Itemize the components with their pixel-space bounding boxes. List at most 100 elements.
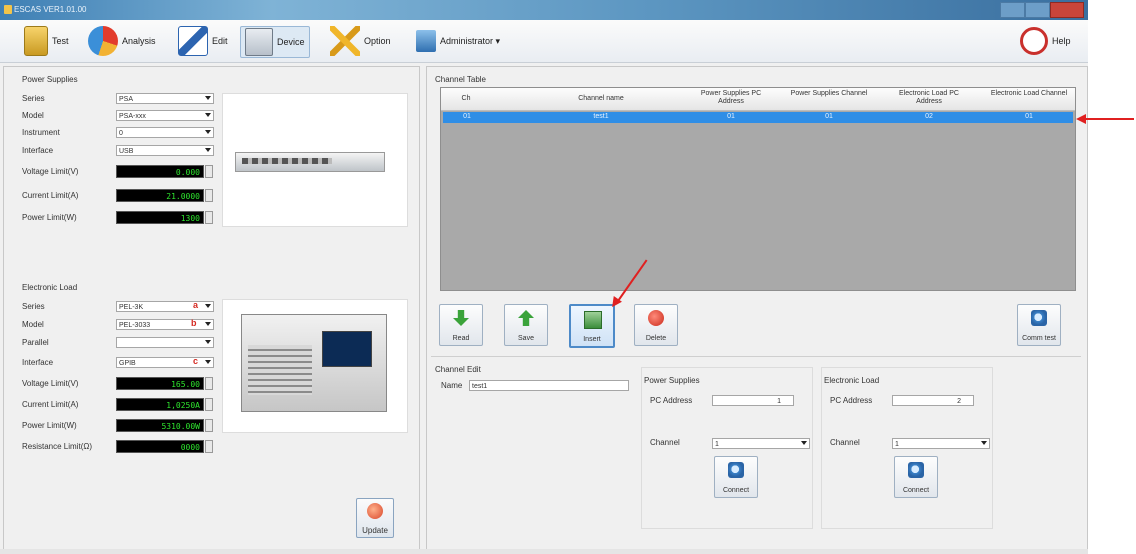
device-icon bbox=[245, 28, 273, 56]
maximize-button[interactable] bbox=[1024, 2, 1050, 18]
edit-icon bbox=[178, 26, 208, 56]
arrow-down-icon bbox=[453, 310, 469, 326]
ps-channel-select[interactable]: 1 bbox=[712, 438, 810, 449]
ps-voltage-limit-input[interactable]: 0.000 bbox=[116, 165, 204, 178]
el-voltage-spinner[interactable] bbox=[205, 377, 213, 390]
col-ch: Ch bbox=[461, 95, 471, 102]
name-label: Name bbox=[441, 381, 463, 390]
status-bar bbox=[0, 549, 1088, 554]
insert-button[interactable]: Insert bbox=[569, 304, 615, 348]
ps-model-value: PSA-xxx bbox=[119, 113, 146, 120]
ps-series-row: Series bbox=[22, 91, 102, 105]
help-label: Help bbox=[1052, 36, 1071, 46]
annotation-mark-c: c bbox=[193, 356, 199, 366]
delete-label: Delete bbox=[645, 335, 667, 342]
device-button[interactable]: Device bbox=[240, 26, 310, 58]
channel-table: Ch Channel name Power Supplies PC Addres… bbox=[440, 87, 1076, 291]
chevron-down-icon bbox=[205, 340, 211, 344]
ps-series-select[interactable]: PSA bbox=[116, 93, 214, 104]
delete-button[interactable]: Delete bbox=[634, 304, 678, 346]
minimize-button[interactable] bbox=[1000, 2, 1025, 18]
ps-pc-address-label: PC Address bbox=[650, 396, 693, 405]
el-series-select[interactable]: PEL-3K bbox=[116, 301, 214, 312]
load-display-screen bbox=[322, 331, 372, 367]
ps-model-select[interactable]: PSA-xxx bbox=[116, 110, 214, 121]
cell-ps-channel: 01 bbox=[825, 113, 833, 120]
el-connect-label: Connect bbox=[902, 487, 930, 494]
electronic-load-title: Electronic Load bbox=[22, 283, 78, 292]
el-parallel-select[interactable] bbox=[116, 337, 214, 348]
comm-test-label: Comm test bbox=[1022, 335, 1056, 342]
ps-model-row: Model bbox=[22, 108, 102, 122]
ps-connect-label: Connect bbox=[722, 487, 750, 494]
el-interface-select[interactable]: GPIB bbox=[116, 357, 214, 368]
chevron-down-icon bbox=[205, 130, 211, 134]
ps-power-label: Power Limit(W) bbox=[22, 212, 77, 222]
ps-current-limit-input[interactable]: 21.0000 bbox=[116, 189, 204, 202]
ps-power-limit-input[interactable]: 1300 bbox=[116, 211, 204, 224]
col-ps-channel: Power Supplies Channel bbox=[790, 90, 868, 97]
el-channel-select[interactable]: 1 bbox=[892, 438, 990, 449]
ps-current-spinner[interactable] bbox=[205, 189, 213, 202]
update-icon bbox=[367, 503, 383, 519]
ps-interface-select[interactable]: USB bbox=[116, 145, 214, 156]
arrow-up-icon bbox=[518, 310, 534, 326]
ps-edit-group: Power Supplies PC Address 1 Channel 1 Co… bbox=[641, 367, 813, 529]
comm-test-button[interactable]: Comm test bbox=[1017, 304, 1061, 346]
test-button[interactable]: Test bbox=[24, 26, 69, 56]
ps-interface-value: USB bbox=[119, 148, 134, 155]
el-resistance-limit-input[interactable]: 0000 bbox=[116, 440, 204, 453]
chevron-down-icon bbox=[205, 322, 211, 326]
read-button[interactable]: Read bbox=[439, 304, 483, 346]
ps-connect-button[interactable]: Connect bbox=[714, 456, 758, 498]
edit-button[interactable]: Edit bbox=[178, 26, 228, 56]
channel-name-input[interactable]: test1 bbox=[469, 380, 629, 391]
channel-edit-panel: Channel Edit Name test1 Power Supplies P… bbox=[431, 356, 1081, 547]
el-resistance-label: Resistance Limit(Ω) bbox=[22, 441, 92, 451]
option-button[interactable]: Option bbox=[330, 26, 391, 56]
el-series-label: Series bbox=[22, 301, 45, 311]
ps-current-row: Current Limit(A) bbox=[22, 188, 102, 202]
cell-ch: 01 bbox=[463, 113, 471, 120]
table-row[interactable]: 01 test1 01 01 02 01 bbox=[443, 112, 1073, 123]
annotation-arrow-row bbox=[1084, 118, 1134, 120]
annotation-mark-a: a bbox=[193, 300, 199, 310]
el-resistance-spinner[interactable] bbox=[205, 440, 213, 453]
comm-test-icon bbox=[1031, 310, 1047, 326]
update-button[interactable]: Update bbox=[356, 498, 394, 538]
analysis-button[interactable]: Analysis bbox=[88, 26, 156, 56]
el-parallel-label: Parallel bbox=[22, 337, 49, 347]
el-resistance-row: Resistance Limit(Ω) bbox=[22, 439, 102, 453]
channel-panel: Channel Table Ch Channel name Power Supp… bbox=[426, 66, 1088, 550]
el-connect-button[interactable]: Connect bbox=[894, 456, 938, 498]
el-current-spinner[interactable] bbox=[205, 398, 213, 411]
el-power-row: Power Limit(W) bbox=[22, 418, 102, 432]
el-voltage-limit-input[interactable]: 165.00 bbox=[116, 377, 204, 390]
app-icon bbox=[4, 5, 12, 14]
administrator-menu[interactable]: Administrator ▾ bbox=[416, 26, 500, 56]
el-series-row: Series bbox=[22, 299, 102, 313]
ps-pc-address-input[interactable]: 1 bbox=[712, 395, 794, 406]
read-label: Read bbox=[452, 335, 470, 342]
el-power-limit-input[interactable]: 5310.00W bbox=[116, 419, 204, 432]
electronic-load-image bbox=[222, 299, 408, 433]
help-button[interactable]: Help bbox=[1020, 26, 1071, 56]
el-current-limit-input[interactable]: 1,0250A bbox=[116, 398, 204, 411]
ps-interface-label: Interface bbox=[22, 145, 54, 155]
ps-voltage-spinner[interactable] bbox=[205, 165, 213, 178]
el-model-select[interactable]: PEL-3033 bbox=[116, 319, 214, 330]
connect-icon bbox=[908, 462, 924, 478]
channel-edit-title: Channel Edit bbox=[435, 365, 481, 374]
ps-edit-title: Power Supplies bbox=[644, 376, 700, 385]
el-edit-title: Electronic Load bbox=[824, 376, 880, 385]
chevron-down-icon bbox=[205, 360, 211, 364]
close-button[interactable] bbox=[1049, 2, 1084, 18]
el-voltage-row: Voltage Limit(V) bbox=[22, 376, 102, 390]
ps-instrument-value: 0 bbox=[119, 130, 123, 137]
ps-instrument-select[interactable]: 0 bbox=[116, 127, 214, 138]
el-pc-address-input[interactable]: 2 bbox=[892, 395, 974, 406]
save-button[interactable]: Save bbox=[504, 304, 548, 346]
el-power-spinner[interactable] bbox=[205, 419, 213, 432]
ps-power-spinner[interactable] bbox=[205, 211, 213, 224]
title-bar: ESCAS VER1.01.00 bbox=[0, 0, 1088, 20]
